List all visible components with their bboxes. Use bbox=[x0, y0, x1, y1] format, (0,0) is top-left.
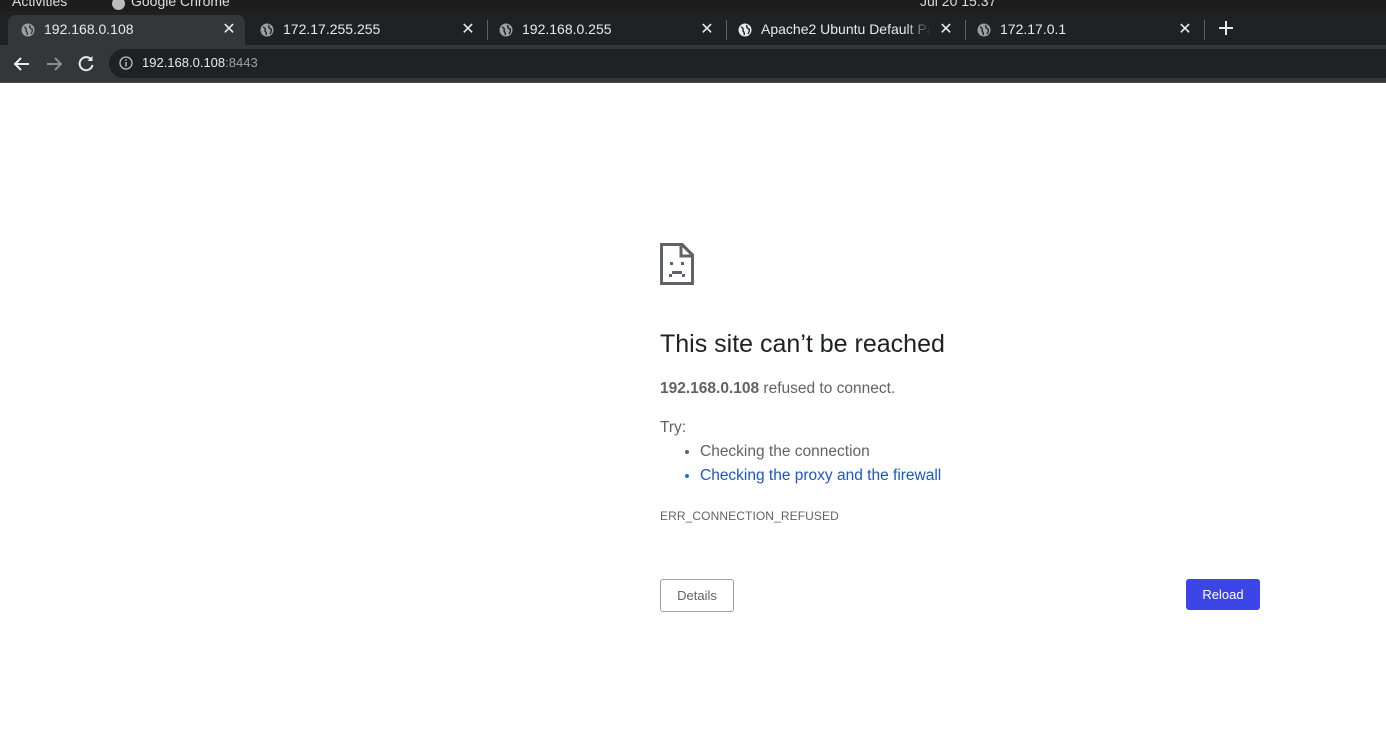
close-tab-icon[interactable]: ✕ bbox=[697, 20, 717, 40]
tab-192-168-0-255[interactable]: 192.168.0.255 ✕ bbox=[486, 15, 723, 45]
close-tab-icon[interactable]: ✕ bbox=[458, 20, 478, 40]
url-text[interactable]: 192.168.0.108:8443 bbox=[142, 55, 258, 70]
new-tab-button[interactable] bbox=[1214, 16, 1238, 40]
tab-172-17-255-255[interactable]: 172.17.255.255 ✕ bbox=[247, 15, 484, 45]
tab-title: 172.17.0.1 bbox=[1000, 21, 1067, 37]
app-name: Google Chrome bbox=[131, 0, 230, 9]
chrome-icon bbox=[112, 0, 125, 10]
tab-title: Apache2 Ubuntu Default Page: It works bbox=[761, 21, 931, 37]
sad-document-icon bbox=[660, 243, 694, 285]
browser-toolbar: 192.168.0.108:8443 bbox=[0, 45, 1386, 83]
suggestions-list: Checking the connection Checking the pro… bbox=[700, 442, 941, 490]
error-host: 192.168.0.108 bbox=[660, 380, 760, 397]
reload-button[interactable]: Reload bbox=[1186, 579, 1260, 610]
refresh-icon bbox=[78, 56, 94, 72]
globe-icon bbox=[499, 23, 513, 37]
back-button[interactable] bbox=[11, 53, 33, 75]
proxy-firewall-link[interactable]: Checking the proxy and the firewall bbox=[700, 467, 941, 484]
globe-icon bbox=[21, 23, 35, 37]
reload-toolbar-button[interactable] bbox=[75, 53, 97, 75]
activities-button[interactable]: Activities bbox=[12, 0, 67, 9]
globe-icon bbox=[977, 23, 991, 37]
globe-icon bbox=[260, 23, 274, 37]
arrow-left-icon bbox=[13, 57, 29, 71]
info-icon[interactable] bbox=[119, 56, 133, 70]
url-port: :8443 bbox=[225, 55, 258, 70]
tab-title: 192.168.0.255 bbox=[522, 21, 612, 37]
tab-title: 172.17.255.255 bbox=[283, 21, 381, 37]
clock[interactable]: Jul 20 15:37 bbox=[920, 0, 996, 9]
suggestion-check-connection: Checking the connection bbox=[700, 442, 941, 466]
close-tab-icon[interactable]: ✕ bbox=[219, 20, 239, 40]
tab-192-168-0-108[interactable]: 192.168.0.108 ✕ bbox=[8, 15, 245, 45]
url-host: 192.168.0.108 bbox=[142, 55, 226, 70]
globe-icon bbox=[738, 23, 752, 37]
error-code: ERR_CONNECTION_REFUSED bbox=[660, 509, 839, 523]
close-tab-icon[interactable]: ✕ bbox=[936, 20, 956, 40]
arrow-right-icon bbox=[47, 57, 63, 71]
system-top-bar: Activities Google Chrome Jul 20 15:37 bbox=[0, 0, 1386, 11]
address-bar[interactable]: 192.168.0.108:8443 bbox=[109, 49, 1386, 78]
suggestion-check-proxy-firewall[interactable]: Checking the proxy and the firewall bbox=[700, 466, 941, 490]
try-label: Try: bbox=[660, 419, 687, 436]
close-tab-icon[interactable]: ✕ bbox=[1175, 20, 1195, 40]
page-content: This site can’t be reached 192.168.0.108… bbox=[0, 84, 1386, 742]
tab-172-17-0-1[interactable]: 172.17.0.1 ✕ bbox=[964, 15, 1201, 45]
plus-icon bbox=[1219, 21, 1233, 35]
app-menu[interactable]: Google Chrome bbox=[112, 0, 230, 10]
tab-apache2-default-page[interactable]: Apache2 Ubuntu Default Page: It works ✕ bbox=[725, 15, 962, 45]
tab-strip: 192.168.0.108 ✕ 172.17.255.255 ✕ 192.168… bbox=[0, 11, 1386, 45]
details-button[interactable]: Details bbox=[660, 579, 734, 612]
error-heading: This site can’t be reached bbox=[660, 330, 945, 358]
forward-button[interactable] bbox=[43, 53, 65, 75]
error-refused-text: refused to connect. bbox=[759, 380, 896, 397]
tab-separator bbox=[1204, 20, 1205, 40]
error-message: 192.168.0.108 refused to connect. bbox=[660, 380, 895, 398]
tab-title: 192.168.0.108 bbox=[44, 21, 134, 37]
